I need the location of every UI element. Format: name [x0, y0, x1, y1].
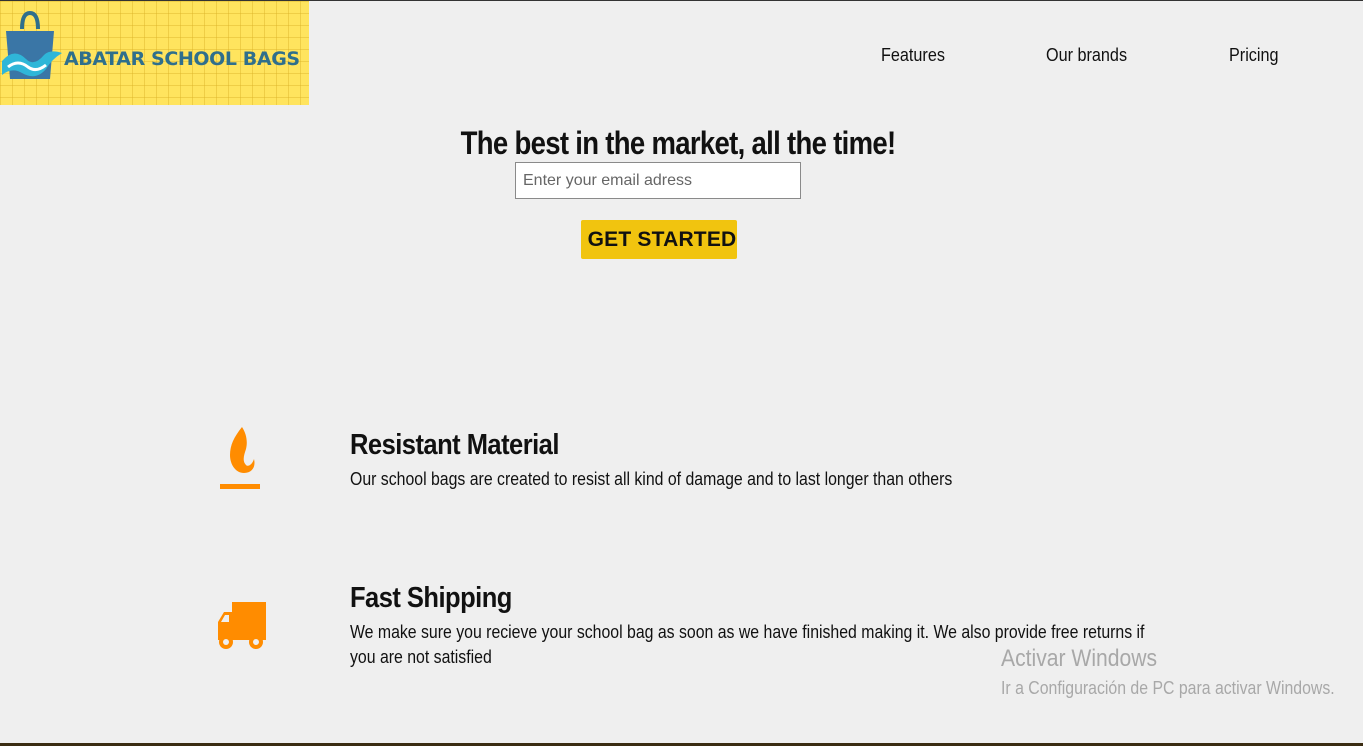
activation-watermark-subtitle: Ir a Configuración de PC para activar Wi… — [1001, 678, 1335, 698]
brand-name: ABATAR SCHOOL BAGS — [64, 48, 300, 70]
hero-title: The best in the market, all the time! — [460, 125, 897, 161]
nav-link-pricing[interactable]: Pricing — [1229, 45, 1279, 66]
feature-title: Fast Shipping — [350, 582, 512, 614]
feature-description: Our school bags are created to resist al… — [350, 469, 953, 489]
get-started-button[interactable]: GET STARTED — [581, 220, 737, 259]
feature-title: Resistant Material — [350, 429, 559, 461]
fire-icon — [220, 427, 260, 489]
truck-icon — [218, 602, 266, 649]
activation-watermark-title: Activar Windows — [1001, 645, 1158, 672]
shopping-bag-wave-icon — [2, 10, 62, 79]
email-input[interactable] — [515, 162, 801, 199]
brand-logo[interactable]: ABATAR SCHOOL BAGS — [0, 1, 309, 105]
nav-link-features[interactable]: Features — [881, 45, 945, 66]
nav-link-our-brands[interactable]: Our brands — [1046, 45, 1127, 66]
